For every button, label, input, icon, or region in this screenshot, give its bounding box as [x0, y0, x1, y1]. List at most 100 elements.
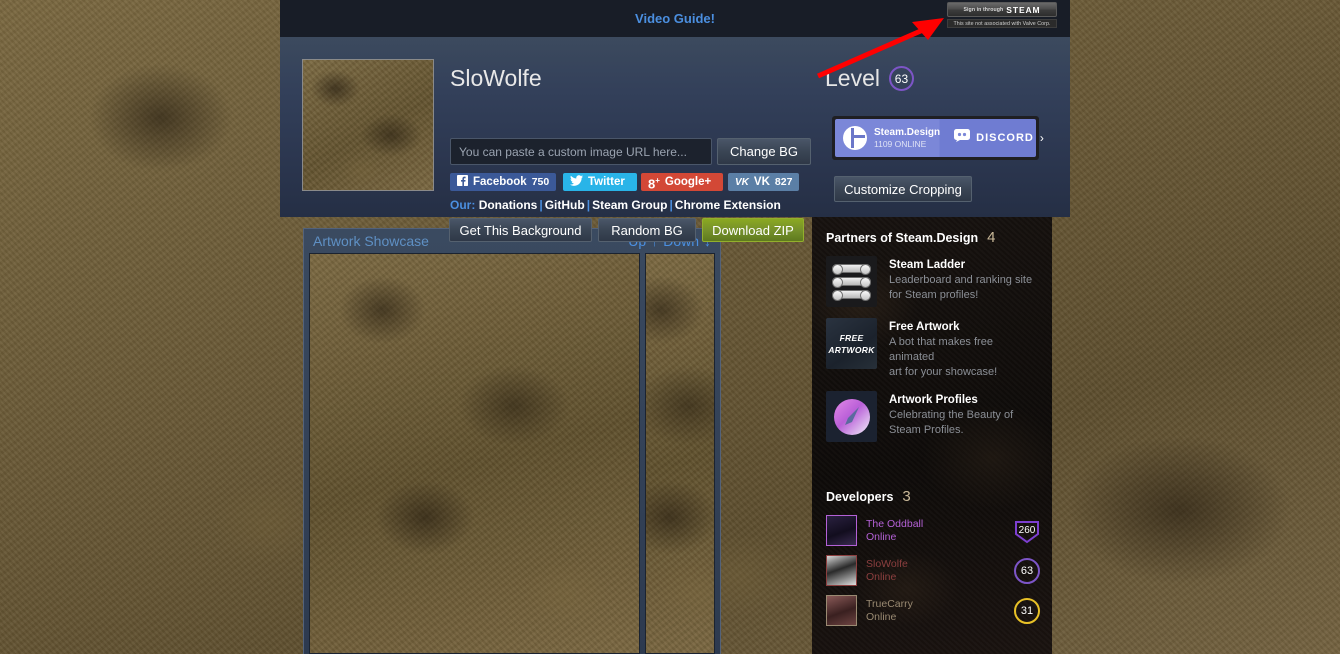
- partner-free-artwork-text: Free Artwork A bot that makes free anima…: [889, 318, 1040, 380]
- background-url-input[interactable]: [450, 138, 712, 165]
- background-preview-thumbnail[interactable]: [302, 59, 434, 191]
- facebook-count: 750: [531, 176, 550, 188]
- discord-server-block: Steam.Design 1109 ONLINE: [835, 126, 940, 150]
- artwork-tile-secondary[interactable]: [644, 253, 715, 654]
- developer-slowolfe[interactable]: SloWolfe Online 63: [826, 555, 1040, 586]
- get-this-background-button[interactable]: Get This Background: [449, 218, 592, 242]
- partner-free-artwork[interactable]: FREE ARTWORK Free Artwork A bot that mak…: [826, 318, 1040, 380]
- developer-the-oddball[interactable]: The Oddball Online 260: [826, 515, 1040, 546]
- profile-header-panel: SloWolfe Change BG Facebook 750 Twitter …: [280, 37, 1070, 242]
- developer-status: Online: [866, 530, 897, 543]
- partner-desc-line-2: for Steam profiles!: [889, 289, 979, 301]
- developer-text: TrueCarry Online: [866, 598, 1014, 624]
- artwork-showcase-panel: Artwork Showcase Up ↑ Down ↓: [303, 228, 721, 654]
- developer-text: The Oddball Online: [866, 518, 1014, 544]
- our-links-row: Our: Donations | GitHub | Steam Group | Chrome…: [450, 198, 781, 212]
- artwork-showcase-title: Artwork Showcase: [313, 233, 429, 249]
- free-artwork-icon-line-1: FREE: [839, 332, 864, 343]
- partners-section-header: Partners of Steam.Design 4: [826, 229, 1040, 246]
- random-bg-button[interactable]: Random BG: [598, 218, 696, 242]
- steam-signin-prefix-label: Sign in through: [963, 6, 1004, 13]
- share-twitter-button[interactable]: Twitter: [563, 173, 637, 191]
- vk-label: VK: [753, 176, 770, 188]
- change-bg-button[interactable]: Change BG: [717, 138, 811, 165]
- discord-logo-icon: [954, 129, 971, 147]
- partner-steam-ladder[interactable]: Steam Ladder Leaderboard and ranking sit…: [826, 256, 1040, 307]
- partner-artwork-profiles[interactable]: Artwork Profiles Celebrating the Beauty …: [826, 391, 1040, 442]
- facebook-label: Facebook: [473, 176, 527, 188]
- level-label: Level: [825, 65, 880, 91]
- partner-title: Steam Ladder: [889, 259, 966, 271]
- developer-level-badge: 260: [1014, 518, 1040, 544]
- partner-steam-ladder-text: Steam Ladder Leaderboard and ranking sit…: [889, 256, 1032, 307]
- discord-brand-block[interactable]: DISCORD ›: [940, 129, 1044, 147]
- link-separator-1: |: [539, 198, 543, 212]
- developer-level-value: 260: [1018, 525, 1036, 536]
- developer-level-value: 63: [1020, 564, 1034, 577]
- discord-widget[interactable]: Steam.Design 1109 ONLINE DISCORD ›: [832, 116, 1044, 160]
- partner-desc-line-1: A bot that makes free animated: [889, 336, 993, 363]
- discord-server-avatar-icon: [843, 126, 867, 150]
- artwork-tile-primary[interactable]: [309, 253, 640, 654]
- link-donations[interactable]: Donations: [479, 198, 538, 212]
- developer-text: SloWolfe Online: [866, 558, 1014, 584]
- developer-name: The Oddball: [866, 517, 924, 530]
- partner-title: Artwork Profiles: [889, 394, 978, 406]
- level-row: Level 63: [825, 65, 914, 92]
- partner-artwork-profiles-text: Artwork Profiles Celebrating the Beauty …: [889, 391, 1013, 442]
- discord-online-count: 1109 ONLINE: [874, 138, 927, 149]
- developer-truecarry[interactable]: TrueCarry Online 31: [826, 595, 1040, 626]
- link-separator-2: |: [586, 198, 591, 212]
- our-label: Our:: [450, 198, 476, 212]
- googleplus-label: Google+: [664, 176, 712, 188]
- share-facebook-button[interactable]: Facebook 750: [450, 173, 557, 191]
- steam-brand-label: STEAM: [1006, 4, 1041, 15]
- partners-title: Partners of Steam.Design: [826, 231, 979, 245]
- level-badge: 63: [888, 66, 914, 91]
- partners-count: 4: [987, 229, 996, 246]
- artwork-showcase-body: [309, 253, 715, 654]
- developers-section-header: Developers 3: [826, 488, 1040, 505]
- steam-login-block: Sign in through STEAM This site not asso…: [947, 2, 1057, 28]
- partner-title: Free Artwork: [889, 321, 960, 333]
- chevron-right-icon: ›: [1039, 131, 1044, 145]
- steam-signin-button[interactable]: Sign in through STEAM: [947, 2, 1057, 17]
- developer-name: TrueCarry: [866, 597, 913, 610]
- twitter-icon: [570, 175, 583, 189]
- partner-desc-line-2: Steam Profiles.: [889, 424, 964, 436]
- vk-icon: VK: [735, 176, 749, 188]
- link-github[interactable]: GitHub: [545, 198, 585, 212]
- avatar: [826, 555, 857, 586]
- discord-widget-inner[interactable]: Steam.Design 1109 ONLINE DISCORD ›: [835, 119, 1044, 157]
- share-googleplus-button[interactable]: 8+ Google+: [641, 173, 724, 191]
- partner-desc-line-1: Celebrating the Beauty of: [889, 409, 1014, 421]
- developers-title: Developers: [826, 490, 894, 504]
- developers-count: 3: [902, 488, 911, 505]
- steam-disclaimer-text: This site not associated with Valve Corp…: [947, 19, 1057, 28]
- vk-count: 827: [774, 176, 793, 188]
- developer-status: Online: [866, 570, 897, 583]
- link-chrome-extension[interactable]: Chrome Extension: [675, 198, 781, 212]
- developer-status: Online: [866, 610, 897, 623]
- developer-level-badge: 63: [1014, 557, 1040, 584]
- link-separator-3: |: [669, 198, 673, 212]
- top-bar: Video Guide! Sign in through STEAM This …: [280, 0, 1070, 37]
- share-vk-button[interactable]: VK VK 827: [728, 173, 800, 191]
- link-steam-group[interactable]: Steam Group: [592, 198, 667, 212]
- steam-ladder-icon: [826, 256, 877, 307]
- discord-server-text: Steam.Design 1109 ONLINE: [874, 127, 940, 150]
- developer-level-badge: 31: [1014, 597, 1040, 624]
- avatar: [826, 595, 857, 626]
- partner-desc-line-1: Leaderboard and ranking site: [889, 274, 1033, 286]
- customize-cropping-button[interactable]: Customize Cropping: [834, 176, 972, 202]
- developer-name: SloWolfe: [866, 557, 908, 570]
- download-zip-button[interactable]: Download ZIP: [702, 218, 804, 242]
- right-sidebar: Partners of Steam.Design 4 Steam Ladder …: [812, 217, 1052, 654]
- discord-server-name: Steam.Design: [874, 126, 941, 138]
- facebook-icon: [457, 175, 468, 189]
- free-artwork-icon: FREE ARTWORK: [826, 318, 877, 369]
- artwork-profiles-icon: [826, 391, 877, 442]
- partner-desc-line-2: art for your showcase!: [889, 366, 998, 378]
- twitter-label: Twitter: [588, 176, 625, 188]
- discord-brand-label: DISCORD: [976, 132, 1034, 144]
